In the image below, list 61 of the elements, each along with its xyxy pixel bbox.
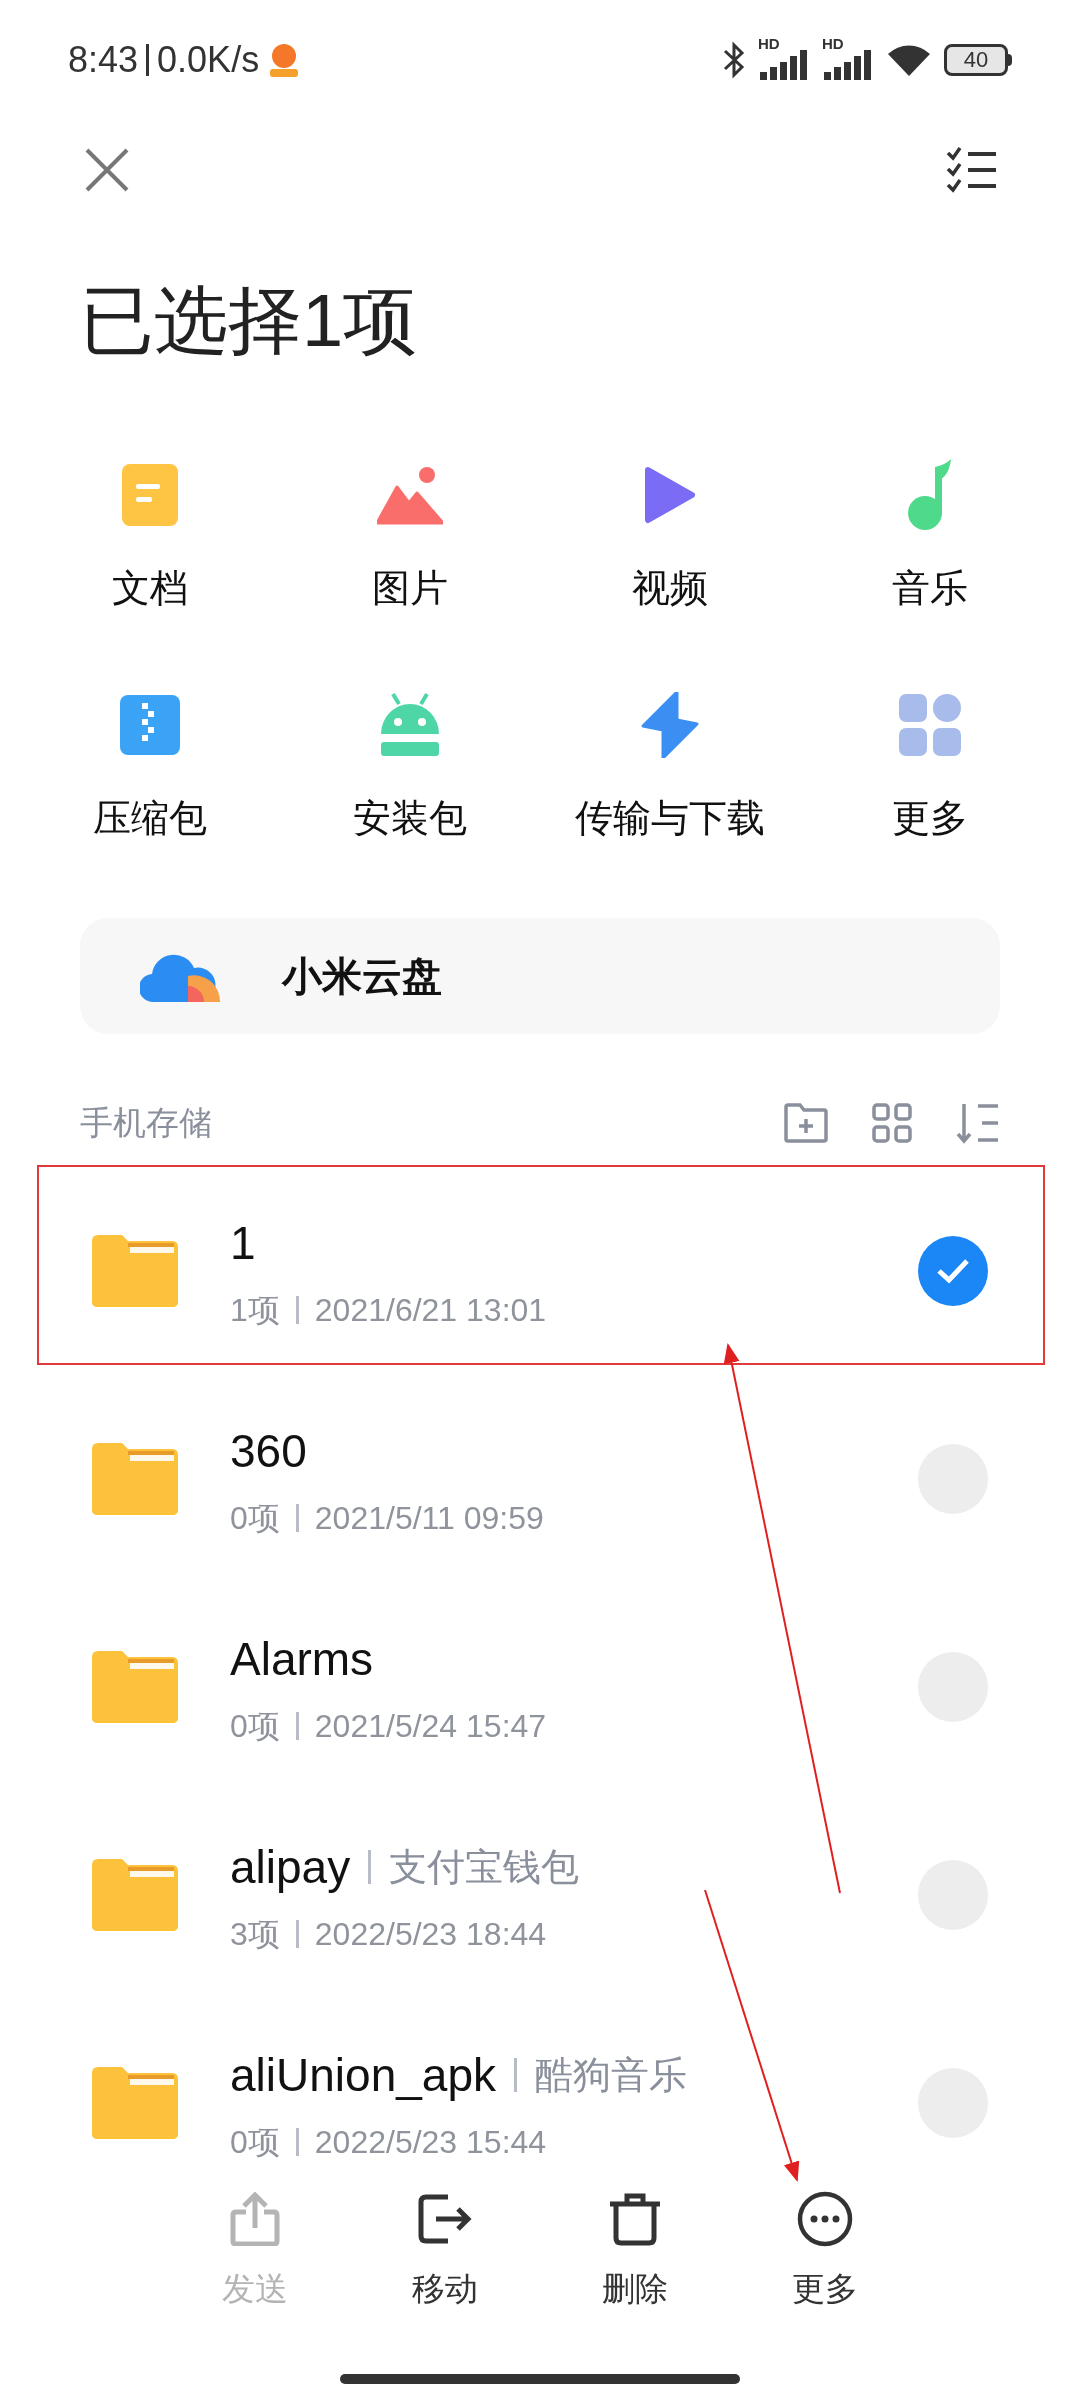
folder-name: 360 — [230, 1423, 307, 1479]
folder-row[interactable]: Alarms 0项 2021/5/24 15:47 — [0, 1583, 1080, 1791]
category-button[interactable]: 更多 — [800, 687, 1060, 837]
cloud-drive-card[interactable]: 小米云盘 — [80, 918, 1000, 1034]
signal-icon — [760, 50, 810, 80]
wifi-icon — [886, 42, 932, 78]
modified-date: 2021/6/21 13:01 — [314, 1290, 547, 1330]
folder-icon — [92, 1235, 178, 1307]
folder-row[interactable]: 1 1项 2021/6/21 13:01 — [0, 1167, 1080, 1375]
sort-button[interactable] — [956, 1102, 1000, 1144]
new-folder-button[interactable] — [784, 1103, 828, 1143]
archive-icon — [120, 695, 180, 755]
play-icon — [644, 466, 696, 524]
section-title: 手机存储 — [80, 1103, 212, 1144]
folder-name: 1 — [230, 1215, 256, 1271]
share-icon — [230, 2192, 280, 2246]
category-button[interactable]: 视频 — [540, 457, 800, 607]
network-speed: 0.0K/s — [157, 38, 260, 82]
folder-icon — [92, 1443, 178, 1515]
lightning-icon — [641, 692, 699, 758]
folder-icon — [92, 1651, 178, 1723]
hd-label: HD — [822, 36, 844, 51]
selection-title: 已选择1项 — [80, 277, 418, 364]
grid-view-button[interactable] — [872, 1103, 912, 1143]
folder-name: Alarms — [230, 1631, 374, 1687]
folder-icon — [92, 2067, 178, 2139]
folder-row[interactable]: 360 0项 2021/5/11 09:59 — [0, 1375, 1080, 1583]
music-note-icon — [907, 459, 953, 531]
android-icon — [379, 692, 441, 758]
app-tag: 支付宝钱包 — [389, 1838, 580, 1896]
image-icon — [377, 465, 443, 525]
item-count: 0项 — [230, 1498, 280, 1538]
signal-icon — [824, 50, 874, 80]
hd-label: HD — [758, 36, 780, 51]
modified-date: 2022/5/23 18:44 — [314, 1914, 547, 1954]
folder-name: aliUnion_apk — [230, 2047, 496, 2103]
category-button[interactable]: 压缩包 — [20, 687, 280, 837]
category-button[interactable]: 图片 — [280, 457, 540, 607]
category-button[interactable]: 安装包 — [280, 687, 540, 837]
category-button[interactable]: 音乐 — [800, 457, 1060, 607]
folder-name: alipay — [230, 1839, 351, 1895]
item-count: 3项 — [230, 1914, 280, 1954]
more-icon — [797, 2191, 853, 2247]
category-button[interactable]: 文档 — [20, 457, 280, 607]
exit-icon — [418, 2194, 472, 2244]
item-count: 0项 — [230, 2122, 280, 2162]
folder-row[interactable]: alipay 支付宝钱包 3项 2022/5/23 18:44 — [0, 1791, 1080, 1999]
folder-icon — [92, 1859, 178, 1931]
trash-icon — [608, 2192, 662, 2246]
app-tag: 酷狗音乐 — [534, 2046, 687, 2104]
document-icon — [122, 464, 178, 526]
modified-date: 2021/5/11 09:59 — [314, 1498, 544, 1538]
category-button[interactable]: 传输与下载 — [540, 687, 800, 837]
item-count: 0项 — [230, 1706, 280, 1746]
modified-date: 2022/5/23 15:44 — [314, 2122, 547, 2162]
item-count: 1项 — [230, 1290, 280, 1330]
grid-icon — [899, 694, 961, 756]
modified-date: 2021/5/24 15:47 — [314, 1706, 547, 1746]
bluetooth-icon — [722, 40, 746, 80]
checkmark-icon — [936, 1258, 970, 1284]
status-time: 8:43 — [68, 38, 139, 82]
